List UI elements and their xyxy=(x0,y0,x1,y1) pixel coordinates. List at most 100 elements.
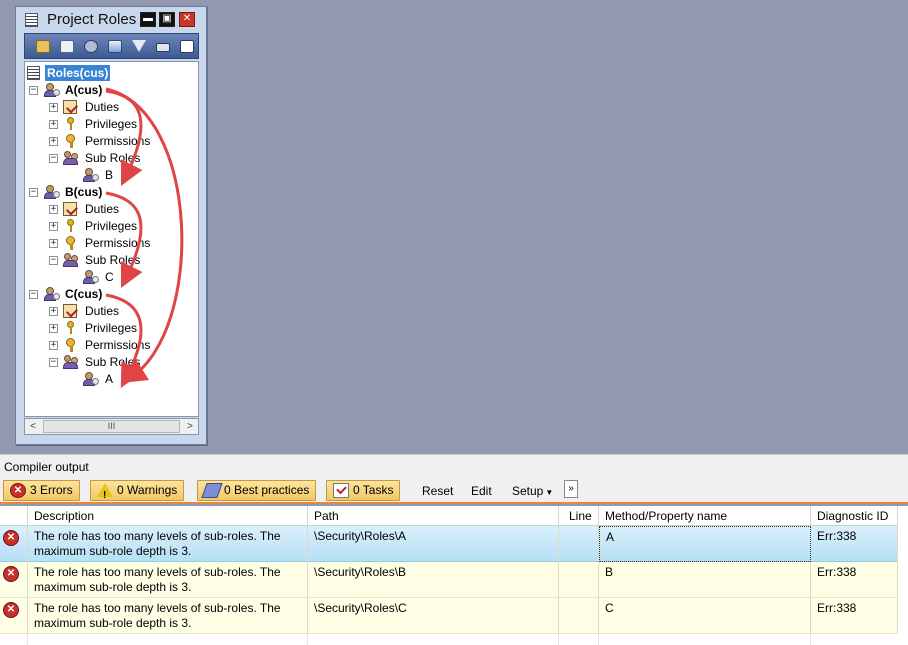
collapse-toggle[interactable]: − xyxy=(49,154,58,163)
duty-icon xyxy=(63,304,77,318)
roles-root-icon xyxy=(27,66,40,80)
grid-divider xyxy=(598,634,599,645)
collapse-toggle[interactable]: − xyxy=(29,86,38,95)
tree-item-label: Privileges xyxy=(85,117,138,131)
tree-item-label: Sub Roles xyxy=(85,355,141,369)
project-roles-window: Project Roles ▬ ▣ ✕ Roles(cus) − A(cus) … xyxy=(15,6,207,445)
minimize-button[interactable]: ▬ xyxy=(140,12,156,27)
title-bar[interactable]: Project Roles ▬ ▣ ✕ xyxy=(16,7,206,33)
tree-item-label: Sub Roles xyxy=(85,253,141,267)
expand-toggle[interactable]: + xyxy=(49,307,58,316)
collapse-toggle[interactable]: − xyxy=(29,188,38,197)
sort-icon[interactable] xyxy=(108,40,122,53)
sub-role-label: C xyxy=(105,270,114,284)
best-practices-filter-button[interactable]: 0 Best practices xyxy=(197,480,317,501)
more-options-button[interactable]: » xyxy=(564,480,578,498)
properties-icon[interactable] xyxy=(60,40,74,53)
tasks-icon xyxy=(333,483,349,498)
expand-toggle[interactable]: + xyxy=(49,120,58,129)
warnings-filter-label: 0 Warnings xyxy=(117,483,178,497)
table-row[interactable]: ✕ The role has too many levels of sub-ro… xyxy=(0,598,898,634)
privilege-icon xyxy=(63,219,79,233)
role-label: A(cus) xyxy=(65,83,103,97)
column-description[interactable]: Description xyxy=(28,506,308,526)
privilege-icon xyxy=(63,321,79,335)
warnings-filter-button[interactable]: ! 0 Warnings xyxy=(90,480,185,501)
best-practices-icon xyxy=(201,483,223,498)
expand-toggle[interactable]: + xyxy=(49,324,58,333)
grid-divider xyxy=(307,634,308,645)
tree-item-label: Duties xyxy=(85,100,120,114)
diagnostic-cell: Err:338 xyxy=(811,598,898,634)
open-icon[interactable] xyxy=(36,40,50,53)
errors-filter-label: 3 Errors xyxy=(30,483,73,497)
tasks-filter-button[interactable]: 0 Tasks xyxy=(326,480,401,501)
compiler-grid: Description Path Line Method/Property na… xyxy=(0,506,908,645)
filter-icon[interactable] xyxy=(132,40,146,52)
tree-item-label: Permissions xyxy=(85,236,151,250)
role-icon xyxy=(44,83,60,97)
column-icon-header[interactable] xyxy=(0,506,28,526)
roles-tree[interactable]: Roles(cus) − A(cus) + Duties + Privilege… xyxy=(24,61,199,417)
compiler-output-title: Compiler output xyxy=(0,454,908,476)
role-icon xyxy=(83,270,99,284)
sub-roles-icon xyxy=(63,355,79,369)
grid-divider xyxy=(558,634,559,645)
window-title: Project Roles xyxy=(47,11,137,28)
description-cell: The role has too many levels of sub-role… xyxy=(28,598,308,634)
diagnostic-cell: Err:338 xyxy=(811,562,898,598)
expand-toggle[interactable]: + xyxy=(49,205,58,214)
method-cell: B xyxy=(599,562,811,598)
maximize-button[interactable]: ▣ xyxy=(159,12,175,27)
expand-toggle[interactable]: + xyxy=(49,103,58,112)
error-icon: ✕ xyxy=(3,530,19,546)
permission-icon xyxy=(63,134,79,148)
table-row[interactable]: ✕ The role has too many levels of sub-ro… xyxy=(0,526,898,562)
tree-item-label: Privileges xyxy=(85,321,138,335)
column-diagnostic-id[interactable]: Diagnostic ID xyxy=(811,506,898,526)
line-cell xyxy=(559,598,599,634)
expand-toggle[interactable]: + xyxy=(49,137,58,146)
reset-button[interactable]: Reset xyxy=(422,484,453,498)
grid-divider xyxy=(27,634,28,645)
chevron-down-icon: ▼ xyxy=(545,488,554,497)
error-icon: ✕ xyxy=(3,602,19,618)
row-icon-cell: ✕ xyxy=(0,526,28,562)
expand-toggle[interactable]: + xyxy=(49,341,58,350)
path-cell: \Security\Roles\A xyxy=(308,526,559,562)
expand-toggle[interactable]: + xyxy=(49,239,58,248)
tree-toolbar xyxy=(24,33,199,59)
best-practices-filter-label: 0 Best practices xyxy=(224,483,310,497)
scroll-thumb[interactable]: III xyxy=(43,420,180,433)
expand-toggle[interactable]: + xyxy=(49,222,58,231)
column-line[interactable]: Line xyxy=(559,506,599,526)
grid-header: Description Path Line Method/Property na… xyxy=(0,506,898,526)
collapse-toggle[interactable]: − xyxy=(49,256,58,265)
method-cell: A xyxy=(599,526,811,562)
compile-icon[interactable] xyxy=(84,40,98,53)
errors-filter-button[interactable]: ✕ 3 Errors xyxy=(3,480,80,501)
setup-button[interactable]: Setup ▼ xyxy=(512,484,553,498)
collapse-toggle[interactable]: − xyxy=(29,290,38,299)
close-button[interactable]: ✕ xyxy=(179,12,195,27)
line-cell xyxy=(559,526,599,562)
scroll-left-button[interactable]: < xyxy=(25,419,41,434)
role-icon xyxy=(44,185,60,199)
column-method[interactable]: Method/Property name xyxy=(599,506,811,526)
keyboard-icon[interactable] xyxy=(156,43,170,52)
sub-roles-icon xyxy=(63,151,79,165)
role-icon xyxy=(83,372,99,386)
setup-label: Setup xyxy=(512,484,544,498)
table-row[interactable]: ✕ The role has too many levels of sub-ro… xyxy=(0,562,898,598)
horizontal-scrollbar[interactable]: < III > xyxy=(24,418,199,435)
scroll-right-button[interactable]: > xyxy=(182,419,198,434)
description-cell: The role has too many levels of sub-role… xyxy=(28,526,308,562)
diagnostic-cell: Err:338 xyxy=(811,526,898,562)
tree-item-label: Sub Roles xyxy=(85,151,141,165)
column-path[interactable]: Path xyxy=(308,506,559,526)
error-icon: ✕ xyxy=(10,483,26,498)
new-icon[interactable] xyxy=(180,40,194,53)
permission-icon xyxy=(63,236,79,250)
collapse-toggle[interactable]: − xyxy=(49,358,58,367)
edit-button[interactable]: Edit xyxy=(471,484,492,498)
